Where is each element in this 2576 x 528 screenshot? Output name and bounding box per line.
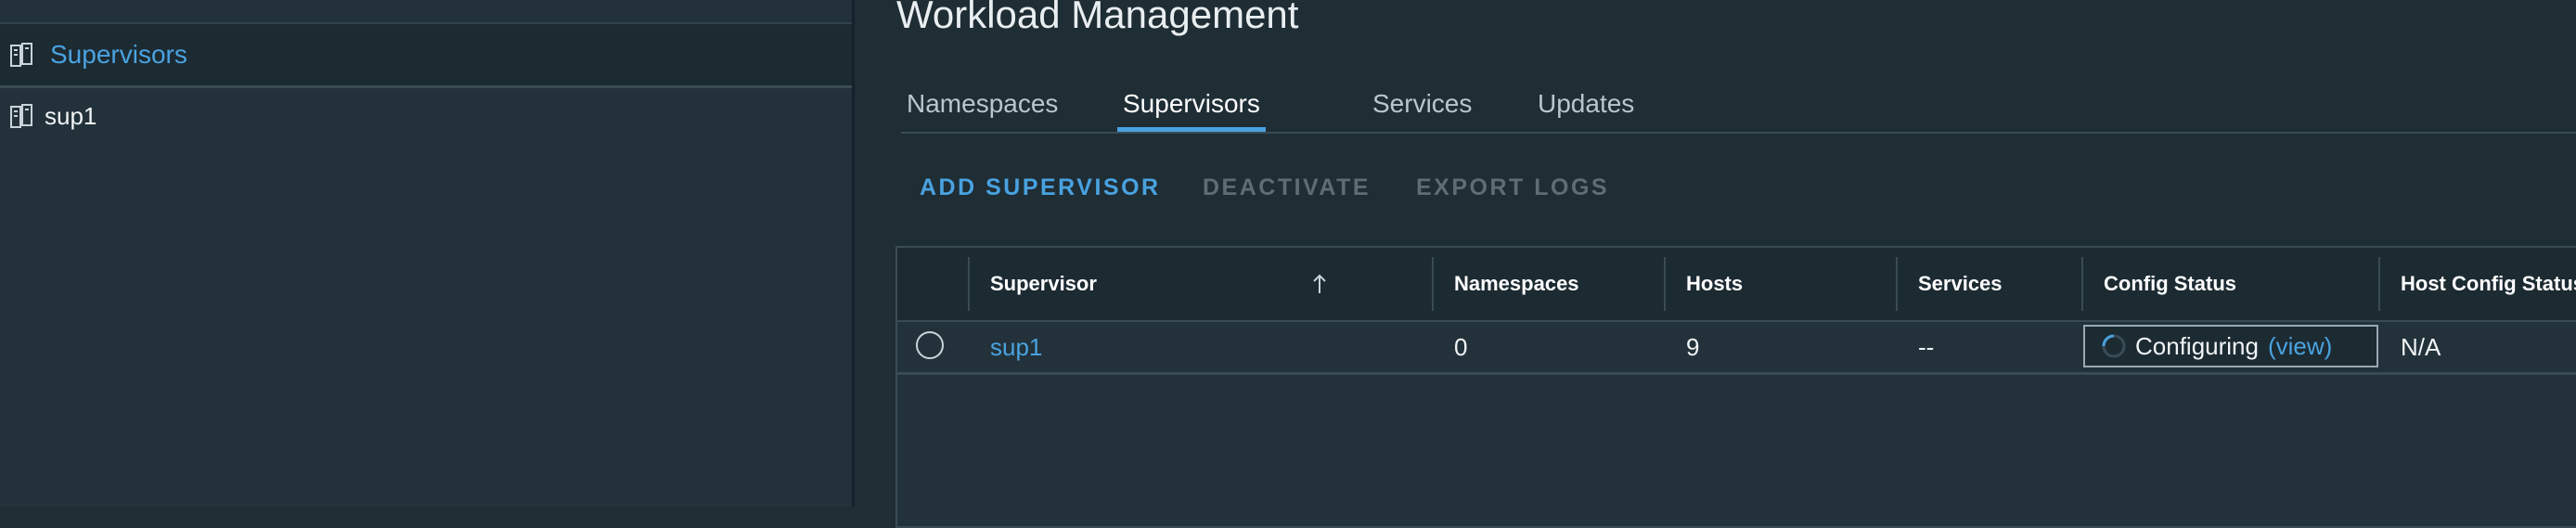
- config-status-text: Configuring: [2135, 331, 2259, 360]
- column-separator: [1896, 257, 1898, 311]
- supervisor-icon: [10, 104, 32, 128]
- tree-node-sup1[interactable]: sup1: [0, 88, 852, 144]
- column-separator: [2378, 257, 2380, 311]
- hosts-count: 9: [1686, 333, 1700, 361]
- column-header-hosts[interactable]: Hosts: [1686, 248, 1890, 320]
- column-header-config-status[interactable]: Config Status: [2104, 248, 2373, 320]
- column-header-namespaces[interactable]: Namespaces: [1454, 248, 1658, 320]
- main-content: Workload Management Namespaces Superviso…: [855, 0, 2576, 528]
- column-header-services[interactable]: Services: [1918, 248, 2076, 320]
- supervisor-link[interactable]: sup1: [990, 322, 1042, 372]
- column-separator: [968, 257, 970, 311]
- export-logs-button[interactable]: EXPORT LOGS: [1416, 174, 1609, 201]
- column-separator: [2081, 257, 2083, 311]
- supervisor-icon: [10, 43, 32, 67]
- tab-services[interactable]: Services: [1367, 82, 1477, 132]
- host-config-status-value: N/A: [2401, 333, 2441, 361]
- config-status-cell: Configuring (view): [2083, 325, 2378, 367]
- table-empty-area: [897, 375, 2576, 526]
- table-row[interactable]: sup1 0 9 -- Configuring (view) N/A: [897, 322, 2576, 375]
- services-value: --: [1918, 333, 1935, 361]
- tab-supervisors[interactable]: Supervisors: [1117, 82, 1266, 132]
- column-separator: [1432, 257, 1434, 311]
- supervisors-datagrid: Supervisor Namespaces Hosts Services Con…: [895, 246, 2576, 528]
- tree-node-label: sup1: [45, 101, 97, 130]
- config-status-view-link[interactable]: (view): [2268, 332, 2332, 361]
- namespaces-count: 0: [1454, 333, 1468, 361]
- deactivate-button[interactable]: DEACTIVATE: [1203, 174, 1371, 201]
- column-header-host-config-status[interactable]: Host Config Status: [2401, 248, 2576, 320]
- tab-bar: Namespaces Supervisors Services Updates: [901, 82, 2576, 134]
- tab-updates[interactable]: Updates: [1532, 82, 1640, 132]
- tree-node-supervisors[interactable]: Supervisors: [0, 24, 852, 88]
- tab-namespaces[interactable]: Namespaces: [901, 82, 1063, 132]
- page-title: Workload Management: [896, 0, 1299, 36]
- navigation-pane: Supervisors sup1: [0, 0, 855, 507]
- sort-ascending-icon[interactable]: [1306, 270, 1333, 298]
- row-select-radio[interactable]: [916, 331, 944, 359]
- spinner-icon: [2102, 334, 2126, 358]
- tree-node-label: Supervisors: [50, 40, 187, 69]
- add-supervisor-button[interactable]: ADD SUPERVISOR: [920, 174, 1161, 201]
- column-separator: [1664, 257, 1666, 311]
- table-header: Supervisor Namespaces Hosts Services Con…: [897, 248, 2576, 322]
